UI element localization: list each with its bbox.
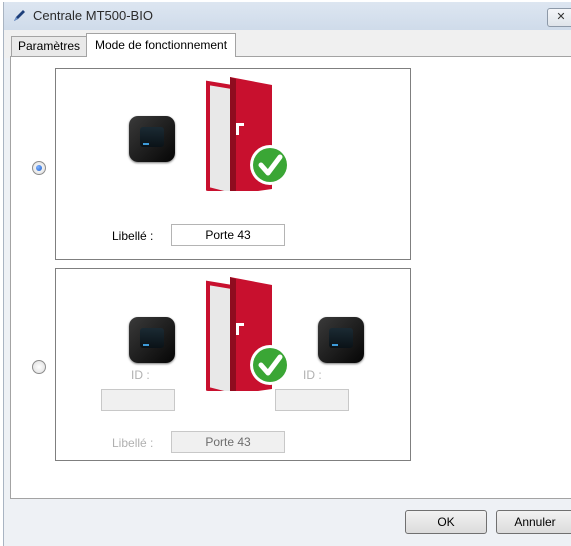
tab-mode-de-fonctionnement[interactable]: Mode de fonctionnement (86, 33, 236, 57)
option-panel-dual-reader: ID : ID : Libellé : Porte 43 (55, 268, 411, 461)
id-left-input[interactable] (101, 389, 175, 411)
open-door-icon (206, 277, 290, 391)
mode-radio-dual-reader[interactable] (32, 360, 46, 374)
radio-selected-dot (36, 165, 42, 171)
mode-radio-single-reader[interactable] (32, 161, 46, 175)
close-button[interactable]: ✕ (547, 8, 571, 27)
cancel-button[interactable]: Annuler (496, 510, 571, 534)
libelle-label: Libellé : (112, 229, 154, 243)
ok-button[interactable]: OK (405, 510, 487, 534)
open-door-icon (206, 77, 290, 191)
fingerprint-reader-icon (129, 116, 175, 162)
id-right-input[interactable] (275, 389, 349, 411)
id-left-label: ID : (131, 368, 150, 382)
fingerprint-reader-left-icon (129, 317, 175, 363)
close-icon: ✕ (556, 11, 566, 23)
title-bar: Centrale MT500-BIO ✕ (4, 2, 571, 30)
libelle-label: Libellé : (112, 436, 154, 450)
pen-icon (14, 10, 25, 21)
tab-parametres[interactable]: Paramètres (11, 36, 87, 56)
libelle-input[interactable]: Porte 43 (171, 224, 285, 246)
option-panel-single-reader: Libellé : Porte 43 (55, 68, 411, 260)
id-right-label: ID : (303, 368, 322, 382)
window-title: Centrale MT500-BIO (33, 8, 153, 23)
libelle-input[interactable]: Porte 43 (171, 431, 285, 453)
fingerprint-reader-right-icon (318, 317, 364, 363)
